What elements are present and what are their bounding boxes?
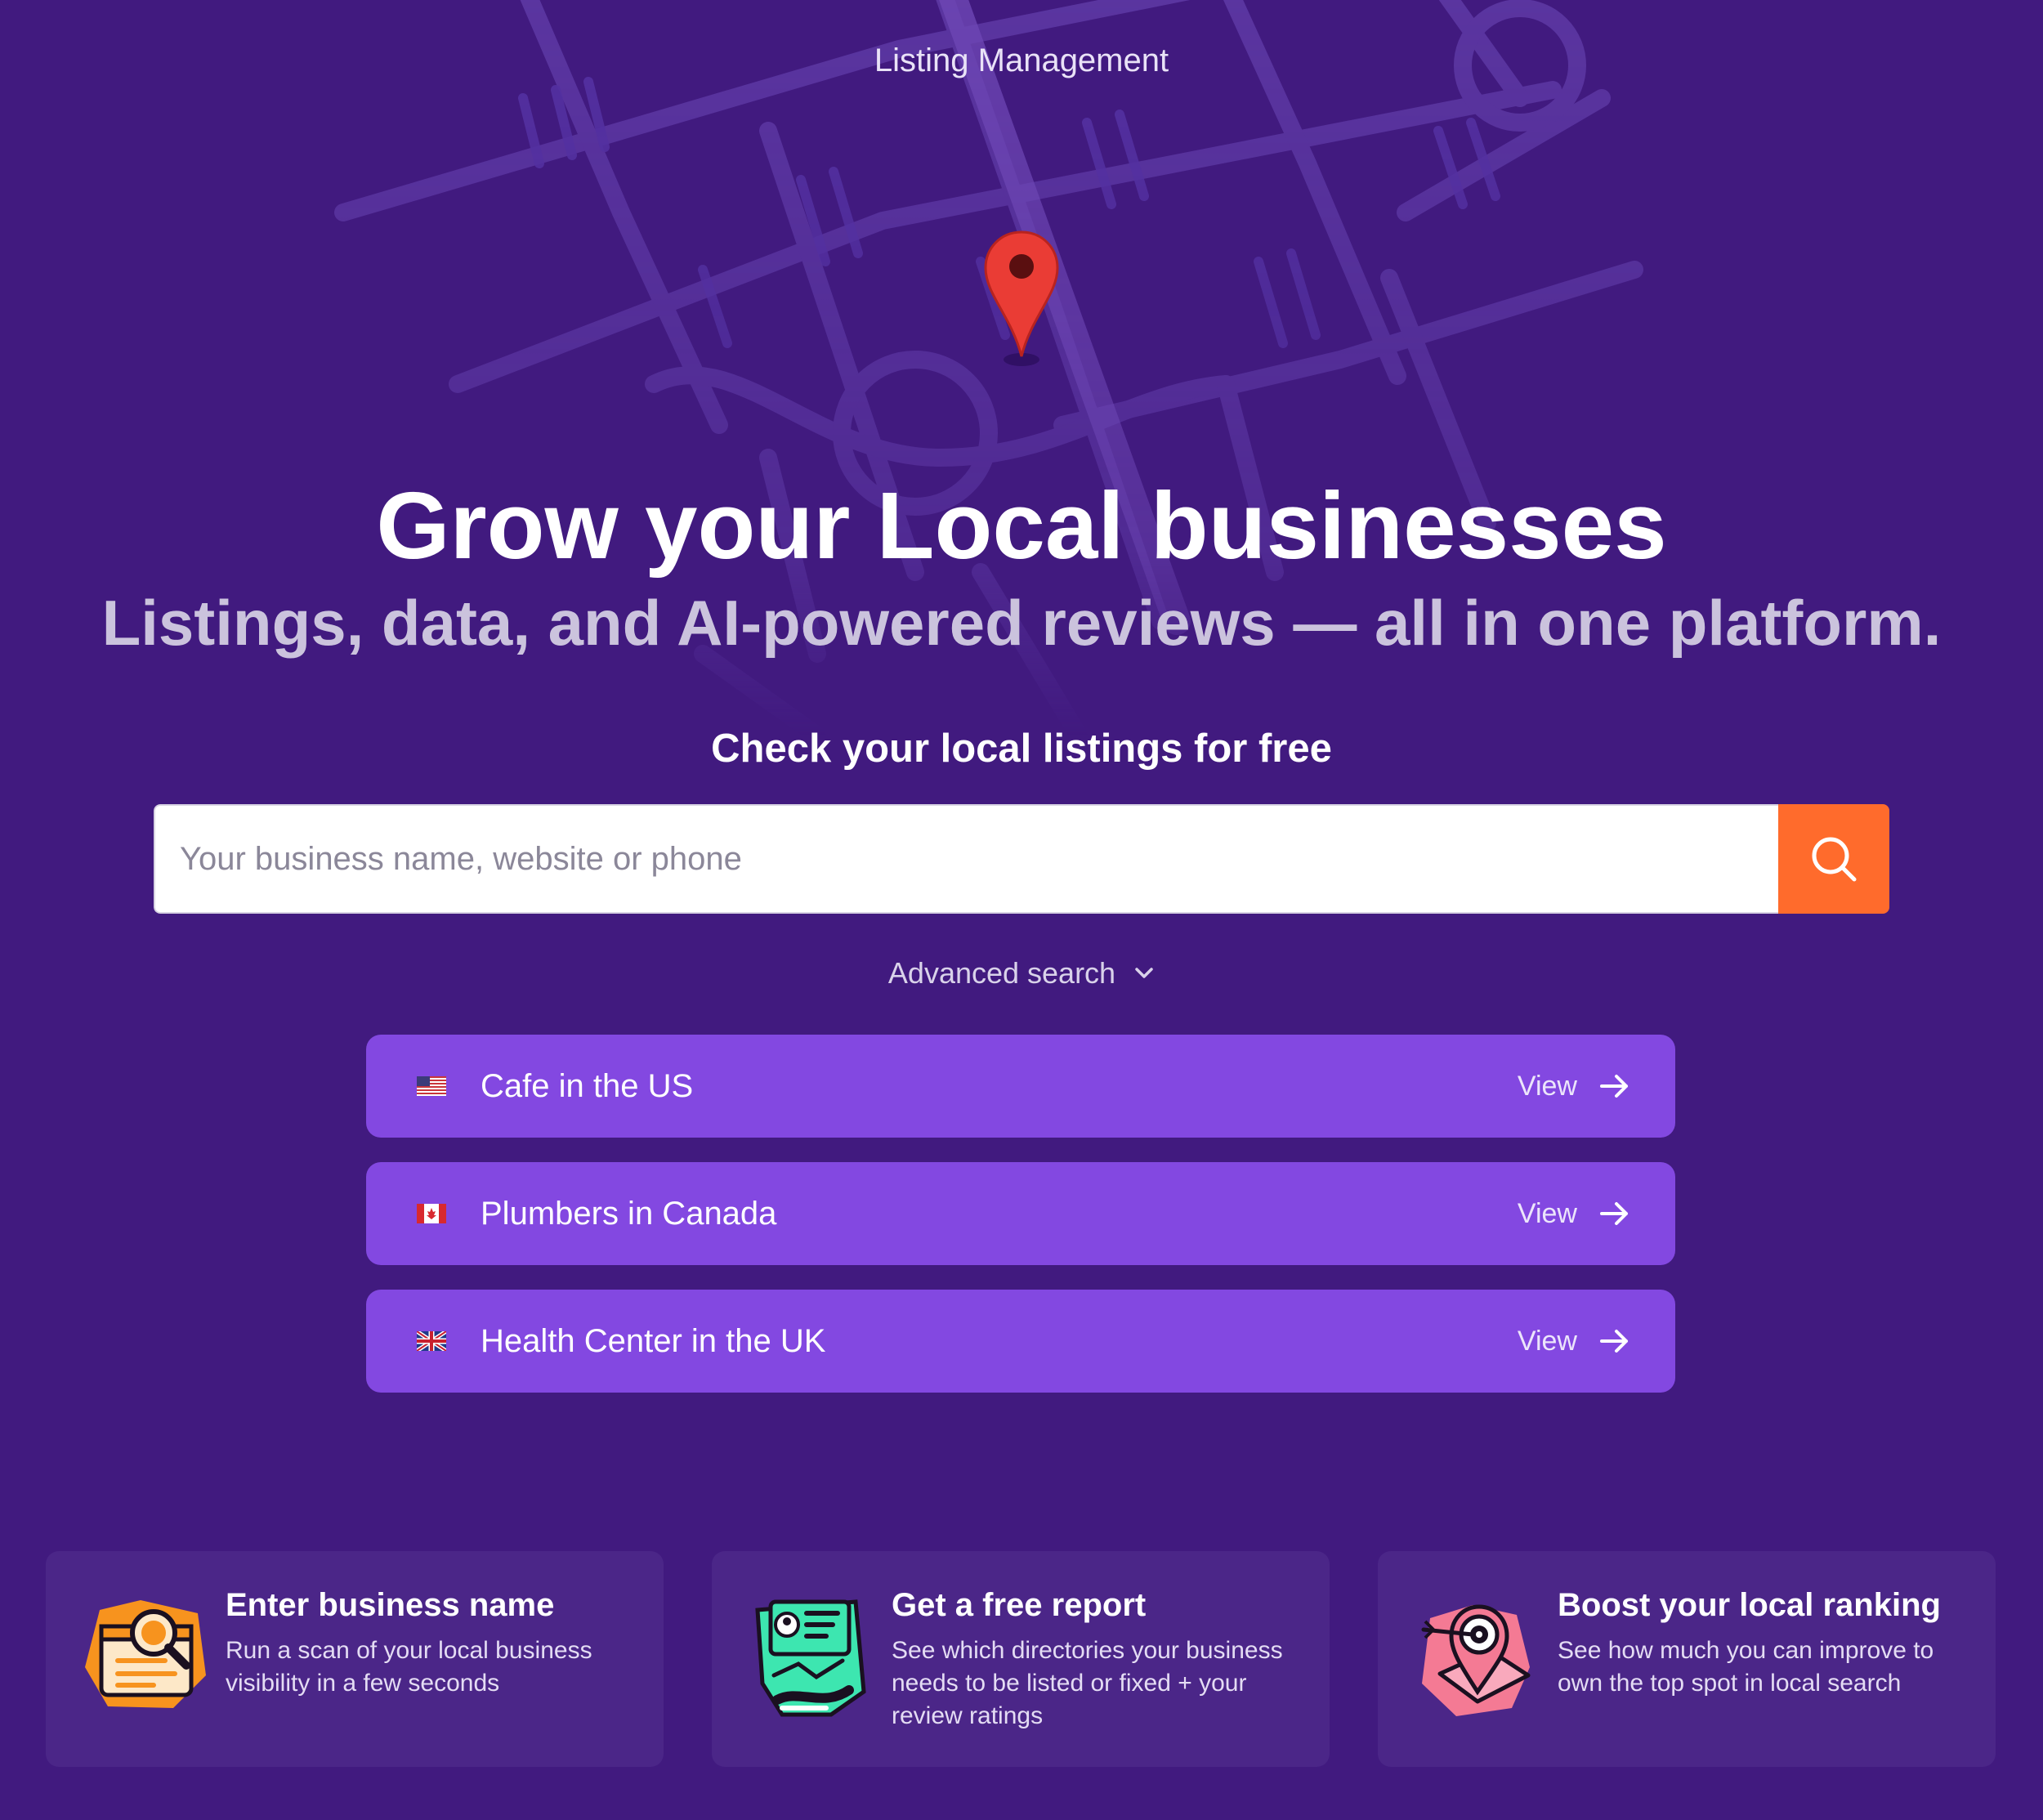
search-button[interactable] (1778, 804, 1889, 914)
arrow-right-icon (1600, 1330, 1628, 1353)
step-title: Enter business name (226, 1587, 555, 1623)
step-card-free-report: Get a free report See which directories … (712, 1551, 1330, 1767)
uk-flag-icon (417, 1331, 446, 1351)
example-label: Cafe in the US (481, 1067, 694, 1104)
example-row-plumbers-canada[interactable]: Plumbers in Canada View (366, 1162, 1675, 1265)
example-searches: Cafe in the US View Plumbers in Canada V… (366, 1035, 1675, 1417)
how-it-works-steps: Enter business name Run a scan of your l… (46, 1551, 1996, 1767)
magnifier-browser-icon (85, 1600, 206, 1708)
hero-subtitle: Listings, data, and AI-powered reviews —… (101, 587, 1942, 659)
example-label: Health Center in the UK (481, 1322, 826, 1359)
step-title: Get a free report (892, 1587, 1147, 1623)
step-text: Boost your local ranking See how much yo… (1558, 1585, 1971, 1767)
step-description: Run a scan of your local business visibi… (226, 1637, 592, 1697)
section-eyebrow: Listing Management (874, 42, 1169, 78)
step-description: See how much you can improve to own the … (1558, 1637, 1934, 1697)
advanced-search-label: Advanced search (887, 956, 1116, 990)
search-bar (154, 804, 1889, 914)
step-title: Boost your local ranking (1558, 1587, 1941, 1623)
example-row-health-center-uk[interactable]: Health Center in the UK View (366, 1290, 1675, 1393)
view-link[interactable]: View (1518, 1198, 1577, 1230)
map-target-pin-icon (1421, 1604, 1531, 1716)
step-card-enter-name: Enter business name Run a scan of your l… (46, 1551, 664, 1767)
view-link[interactable]: View (1518, 1326, 1577, 1357)
canada-flag-icon (417, 1204, 446, 1223)
example-row-cafe-us[interactable]: Cafe in the US View (366, 1035, 1675, 1138)
business-search-input[interactable] (154, 804, 1778, 914)
search-section-label: Check your local listings for free (711, 727, 1332, 771)
view-link[interactable]: View (1518, 1071, 1577, 1102)
map-pin-icon (984, 230, 1059, 366)
step-description: See which directories your business need… (892, 1637, 1283, 1729)
arrow-right-icon (1600, 1202, 1628, 1225)
step-card-boost-ranking: Boost your local ranking See how much yo… (1378, 1551, 1996, 1767)
step-text: Get a free report See which directories … (892, 1585, 1305, 1767)
arrow-right-icon (1600, 1075, 1628, 1098)
report-document-icon (755, 1599, 866, 1717)
search-icon (1812, 837, 1857, 882)
us-flag-icon (417, 1076, 446, 1096)
chevron-down-icon (1135, 968, 1153, 978)
step-text: Enter business name Run a scan of your l… (226, 1585, 639, 1767)
hero-title: Grow your Local businesses (376, 472, 1667, 579)
example-label: Plumbers in Canada (481, 1195, 777, 1232)
advanced-search-toggle[interactable]: Advanced search (0, 956, 2043, 990)
